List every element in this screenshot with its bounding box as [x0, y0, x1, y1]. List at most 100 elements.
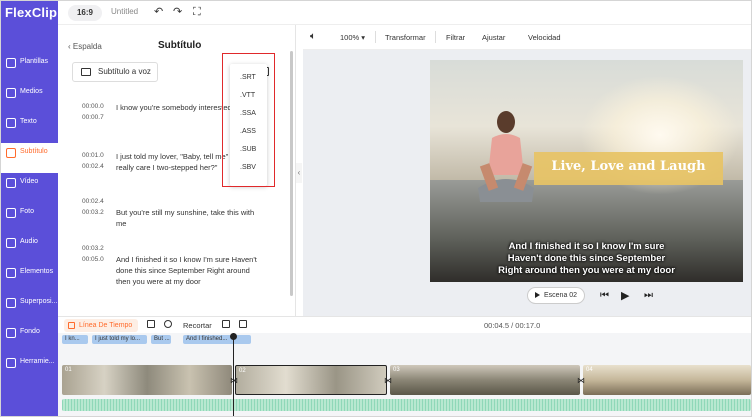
transition-icon[interactable]: ⋈ — [230, 376, 238, 385]
panel-scrollbar[interactable] — [290, 51, 293, 296]
timeline-toggle[interactable]: Línea De Tiempo — [64, 319, 139, 332]
aspect-ratio-button[interactable]: 16:9 — [68, 5, 102, 21]
divider — [435, 31, 436, 43]
sidebar-item-label: Fondo — [20, 328, 40, 335]
filter-button[interactable]: Filtrar — [446, 33, 465, 42]
sidebar-item-label: Vídeo — [20, 178, 39, 185]
play-icon — [535, 292, 540, 298]
zoom-select[interactable]: 100% ▾ — [340, 33, 365, 42]
sidebar-item-audio[interactable]: Audio — [1, 233, 58, 263]
start-time[interactable]: 00:00.0 — [82, 102, 104, 112]
red-highlight-box — [222, 53, 275, 187]
subtitle-text[interactable]: But you're still my sunshine, take this … — [116, 207, 266, 229]
sidebar-item-label: Audio — [20, 238, 38, 245]
sidebar-item-elements[interactable]: Elementos — [1, 263, 58, 293]
sidebar-item-tools[interactable]: Herramie... — [1, 353, 58, 383]
next-icon[interactable]: ⏭︎ — [644, 290, 653, 301]
elements-icon — [6, 268, 16, 278]
title-text[interactable]: Live, Love and Laugh — [534, 159, 723, 174]
playback-controls: Escena 02 ⏮︎ ▶︎ ⏭︎ — [430, 287, 743, 307]
zoom-value: 100% — [340, 33, 360, 42]
playhead[interactable] — [230, 333, 237, 416]
delete-icon[interactable] — [239, 320, 247, 328]
redo-icon[interactable]: ↷ — [173, 6, 182, 18]
video-clip[interactable]: 04 — [583, 365, 751, 395]
start-time[interactable]: 00:01.0 — [82, 151, 104, 161]
time-display: 00:04.5 / 00:17.0 — [484, 321, 541, 330]
video-clip[interactable]: 03 — [390, 365, 580, 395]
timeline-header: Línea De Tiempo Recortar 00:04.5 / 00:17… — [58, 316, 751, 333]
text-icon — [6, 118, 16, 128]
sidebar: FlexClip Plantillas Medios Texto Subtítu… — [1, 1, 58, 416]
timeline-tracks: I kn... I just told my lo... But ... And… — [58, 333, 751, 416]
edit-toolbar: 🔈︎ 100% ▾ Transformar Filtrar Ajustar Ve… — [303, 25, 751, 50]
sidebar-item-text[interactable]: Texto — [1, 113, 58, 143]
subtitle-clip[interactable]: But ... — [151, 335, 171, 344]
start-time[interactable]: 00:03.2 — [82, 244, 104, 254]
sidebar-item-label: Herramie... — [20, 358, 55, 365]
video-icon — [6, 178, 16, 188]
overlay-icon — [6, 298, 16, 308]
clip-number: 02 — [239, 368, 246, 374]
subtitle-to-voice-button[interactable]: Subtítulo a voz — [72, 62, 158, 82]
sidebar-item-photo[interactable]: Foto — [1, 203, 58, 233]
sidebar-item-label: Texto — [20, 118, 37, 125]
sidebar-item-label: Elementos — [20, 268, 54, 275]
end-time[interactable]: 00:02.4 — [82, 162, 104, 172]
end-time[interactable]: 00:03.2 — [82, 208, 104, 218]
video-clip[interactable]: 01 — [62, 365, 232, 395]
photo-icon — [6, 208, 16, 218]
transform-button[interactable]: Transformar — [385, 33, 426, 42]
play-scene-button[interactable]: Escena 02 — [527, 287, 585, 304]
speed-button[interactable]: Velocidad — [528, 33, 561, 42]
volume-icon[interactable]: 🔈︎ — [310, 31, 316, 42]
transition-icon[interactable]: ⋈ — [384, 376, 392, 385]
fullscreen-icon[interactable]: ⛶ — [193, 6, 201, 18]
audio-waveform-track[interactable] — [62, 399, 751, 411]
playhead-knob[interactable] — [230, 333, 237, 340]
monitor-icon — [81, 68, 91, 76]
subtitle-clip[interactable]: I kn... — [62, 335, 88, 344]
split-icon[interactable] — [164, 320, 172, 328]
back-button[interactable]: ‹ Espalda — [68, 42, 102, 51]
video-preview[interactable]: Live, Love and Laugh And I finished it s… — [430, 60, 743, 282]
collapse-panel-button[interactable]: ‹ — [296, 163, 302, 183]
project-title[interactable]: Untitled — [111, 7, 138, 16]
end-time[interactable]: 00:00.7 — [82, 113, 104, 123]
sidebar-item-media[interactable]: Medios — [1, 83, 58, 113]
subtitle-clip[interactable]: And I finished... — [183, 335, 251, 344]
subtitle-text[interactable]: And I finished it so I know I'm sure Hav… — [116, 254, 266, 287]
subtitle-clip[interactable]: I just told my lo... — [92, 335, 147, 344]
subtitle-icon — [6, 148, 16, 158]
sidebar-item-templates[interactable]: Plantillas — [1, 53, 58, 83]
scene-label: Escena 02 — [544, 292, 578, 299]
flexclip-logo: FlexClip — [5, 5, 58, 20]
template-icon — [6, 58, 16, 68]
sidebar-item-label: Superposi... — [20, 298, 58, 305]
play-icon[interactable]: ▶︎ — [621, 289, 629, 302]
back-label: Espalda — [72, 42, 102, 51]
timeline-icon — [68, 322, 75, 329]
add-scene-icon[interactable] — [147, 320, 155, 328]
sidebar-item-background[interactable]: Fondo — [1, 323, 58, 353]
adjust-button[interactable]: Ajustar — [482, 33, 505, 42]
crop-button[interactable]: Recortar — [183, 321, 212, 330]
sidebar-item-video[interactable]: Vídeo — [1, 173, 58, 203]
previous-icon[interactable]: ⏮︎ — [600, 290, 609, 301]
start-time[interactable]: 00:02.4 — [82, 197, 104, 207]
undo-icon[interactable]: ↶ — [154, 6, 163, 18]
end-time[interactable]: 00:05.0 — [82, 255, 104, 265]
timeline-label: Línea De Tiempo — [79, 322, 133, 329]
background-icon — [6, 328, 16, 338]
clip-number: 01 — [65, 367, 72, 373]
caption-line: Haven't done this since September — [507, 253, 666, 264]
sidebar-item-overlay[interactable]: Superposi... — [1, 293, 58, 323]
transition-icon[interactable]: ⋈ — [577, 376, 585, 385]
video-clip-selected[interactable]: 02 — [235, 365, 387, 395]
clip-number: 04 — [586, 367, 593, 373]
sidebar-item-label: Foto — [20, 208, 35, 215]
sidebar-item-subtitle[interactable]: Subtítulo — [1, 143, 58, 173]
duplicate-icon[interactable] — [222, 320, 230, 328]
sidebar-item-label: Subtítulo — [20, 148, 48, 155]
caption-line: Right around then you were at my door — [498, 265, 675, 276]
